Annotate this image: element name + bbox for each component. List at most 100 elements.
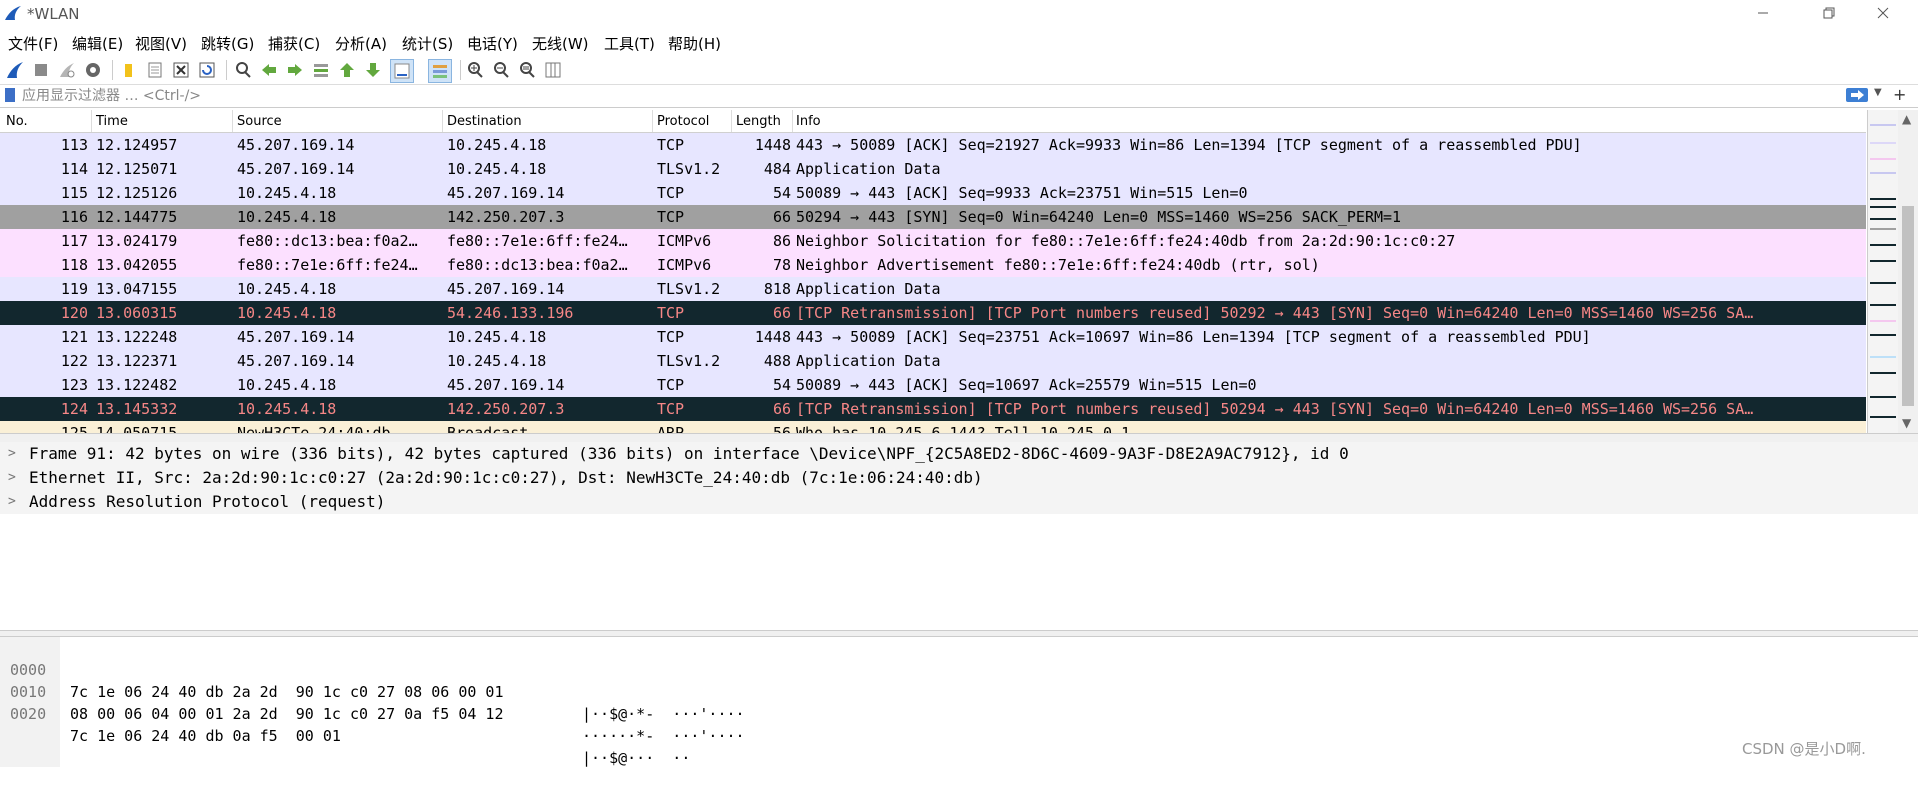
close-file-button[interactable] <box>170 59 192 81</box>
packet-no: 118 <box>60 256 88 274</box>
minimize-button[interactable] <box>1740 0 1786 28</box>
column-header-source[interactable]: Source <box>237 114 282 129</box>
minimap-mark <box>1870 158 1896 160</box>
scrollbar-thumb[interactable] <box>1902 206 1914 406</box>
auto-scroll-button[interactable] <box>390 59 414 83</box>
hex-bytes[interactable]: 7c 1e 06 24 40 db 0a f5 00 01 <box>70 725 341 747</box>
packet-row[interactable]: 123 13.122482 10.245.4.18 45.207.169.14 … <box>0 373 1866 397</box>
column-header-destination[interactable]: Destination <box>447 114 522 129</box>
packet-minimap[interactable] <box>1867 110 1898 433</box>
chevron-right-icon[interactable]: > <box>8 466 16 490</box>
restore-icon <box>1823 7 1835 19</box>
resize-columns-button[interactable] <box>542 59 564 81</box>
restart-capture-button[interactable] <box>56 59 78 81</box>
go-back-button[interactable] <box>258 59 280 81</box>
minimap-mark <box>1870 198 1896 200</box>
column-header-time[interactable]: Time <box>96 114 128 129</box>
go-to-packet-button[interactable] <box>310 59 332 81</box>
chevron-right-icon[interactable]: > <box>8 490 16 514</box>
bookmark-icon[interactable] <box>5 88 15 102</box>
hex-bytes[interactable]: 7c 1e 06 24 40 db 2a 2d 90 1c c0 27 08 0… <box>70 681 503 703</box>
column-divider[interactable] <box>91 110 92 132</box>
detail-row-frame[interactable]: > Frame 91: 42 bytes on wire (336 bits),… <box>0 442 1918 466</box>
menu-view[interactable]: 视图(V) <box>135 33 187 54</box>
packet-details-pane: > Frame 91: 42 bytes on wire (336 bits),… <box>0 442 1918 630</box>
packet-time: 12.125126 <box>96 184 178 202</box>
column-header-info[interactable]: Info <box>796 114 821 129</box>
reload-file-button[interactable] <box>196 59 218 81</box>
detail-row-arp[interactable]: > Address Resolution Protocol (request) <box>0 490 1918 514</box>
start-capture-button[interactable] <box>4 59 26 81</box>
packet-row[interactable]: 120 13.060315 10.245.4.18 54.246.133.196… <box>0 301 1866 325</box>
hex-ascii[interactable]: |··$@··· ·· <box>582 747 690 769</box>
packet-row[interactable]: 125 14.050715 NewH3CTe_24:40:db Broadcas… <box>0 421 1866 433</box>
capture-options-button[interactable] <box>82 59 104 81</box>
menu-analyze[interactable]: 分析(A) <box>335 33 387 54</box>
colorize-button[interactable] <box>428 59 452 83</box>
menu-capture[interactable]: 捕获(C) <box>268 33 320 54</box>
add-filter-button[interactable]: + <box>1893 85 1906 104</box>
menu-file[interactable]: 文件(F) <box>8 33 58 54</box>
column-divider[interactable] <box>792 110 793 132</box>
zoom-normal-icon <box>520 62 535 78</box>
close-button[interactable] <box>1860 0 1906 28</box>
chevron-down-icon[interactable]: ▼ <box>1874 87 1882 98</box>
restore-button[interactable] <box>1806 0 1852 28</box>
packet-row[interactable]: 117 13.024179 fe80::dc13:bea:f0a2… fe80:… <box>0 229 1866 253</box>
scroll-up-icon[interactable]: ▲ <box>1902 112 1911 126</box>
menu-go[interactable]: 跳转(G) <box>201 33 254 54</box>
hex-ascii[interactable]: ······*- ···'···· <box>582 725 745 747</box>
packet-row[interactable]: 124 13.145332 10.245.4.18 142.250.207.3 … <box>0 397 1866 421</box>
column-header-length[interactable]: Length <box>736 114 781 129</box>
zoom-in-button[interactable] <box>464 59 486 81</box>
minimap-mark <box>1870 304 1896 306</box>
packet-row-selected[interactable]: 116 12.144775 10.245.4.18 142.250.207.3 … <box>0 205 1866 229</box>
packet-protocol: TCP <box>657 184 685 202</box>
gear-icon <box>86 63 100 77</box>
search-icon <box>236 62 251 78</box>
go-first-packet-button[interactable] <box>336 59 358 81</box>
menu-telephony[interactable]: 电话(Y) <box>467 33 518 54</box>
chevron-right-icon[interactable]: > <box>8 442 16 466</box>
column-divider[interactable] <box>232 110 233 132</box>
go-last-packet-button[interactable] <box>362 59 384 81</box>
packet-row[interactable]: 119 13.047155 10.245.4.18 45.207.169.14 … <box>0 277 1866 301</box>
display-filter-input[interactable] <box>22 86 1822 105</box>
menu-edit[interactable]: 编辑(E) <box>72 33 123 54</box>
menu-help[interactable]: 帮助(H) <box>668 33 721 54</box>
packet-row[interactable]: 114 12.125071 45.207.169.14 10.245.4.18 … <box>0 157 1866 181</box>
packet-list-scrollbar[interactable]: ▲ ▼ <box>1898 110 1918 433</box>
column-divider[interactable] <box>731 110 732 132</box>
menu-tools[interactable]: 工具(T) <box>604 33 655 54</box>
zoom-normal-button[interactable] <box>516 59 538 81</box>
packet-row[interactable]: 113 12.124957 45.207.169.14 10.245.4.18 … <box>0 133 1866 157</box>
stop-capture-button[interactable] <box>30 59 52 81</box>
toolbar-separator <box>460 60 461 80</box>
detail-row-ethernet[interactable]: > Ethernet II, Src: 2a:2d:90:1c:c0:27 (2… <box>0 466 1918 490</box>
minimap-mark <box>1870 282 1896 284</box>
packet-time: 12.144775 <box>96 208 178 226</box>
apply-filter-button[interactable] <box>1846 88 1868 102</box>
column-divider[interactable] <box>652 110 653 132</box>
packet-row[interactable]: 118 13.042055 fe80::7e1e:6ff:fe24… fe80:… <box>0 253 1866 277</box>
column-header-no[interactable]: No. <box>6 114 28 129</box>
packet-length: 1448 <box>754 328 791 346</box>
hex-bytes[interactable]: 08 00 06 04 00 01 2a 2d 90 1c c0 27 0a f… <box>70 703 503 725</box>
packet-row[interactable]: 115 12.125126 10.245.4.18 45.207.169.14 … <box>0 181 1866 205</box>
save-file-button[interactable] <box>144 59 166 81</box>
zoom-out-button[interactable] <box>490 59 512 81</box>
packet-info: Neighbor Advertisement fe80::7e1e:6ff:fe… <box>796 256 1320 274</box>
menu-wireless[interactable]: 无线(W) <box>532 33 589 54</box>
menu-statistics[interactable]: 统计(S) <box>402 33 453 54</box>
scroll-down-icon[interactable]: ▼ <box>1902 416 1911 430</box>
packet-row[interactable]: 121 13.122248 45.207.169.14 10.245.4.18 … <box>0 325 1866 349</box>
column-divider[interactable] <box>442 110 443 132</box>
column-header-protocol[interactable]: Protocol <box>657 114 709 129</box>
pane-splitter[interactable] <box>0 630 1918 637</box>
go-forward-button[interactable] <box>284 59 306 81</box>
find-packet-button[interactable] <box>232 59 254 81</box>
minimap-mark <box>1870 396 1896 398</box>
hex-ascii[interactable]: |··$@·*- ···'···· <box>582 703 745 725</box>
packet-row[interactable]: 122 13.122371 45.207.169.14 10.245.4.18 … <box>0 349 1866 373</box>
open-file-button[interactable] <box>118 59 140 81</box>
